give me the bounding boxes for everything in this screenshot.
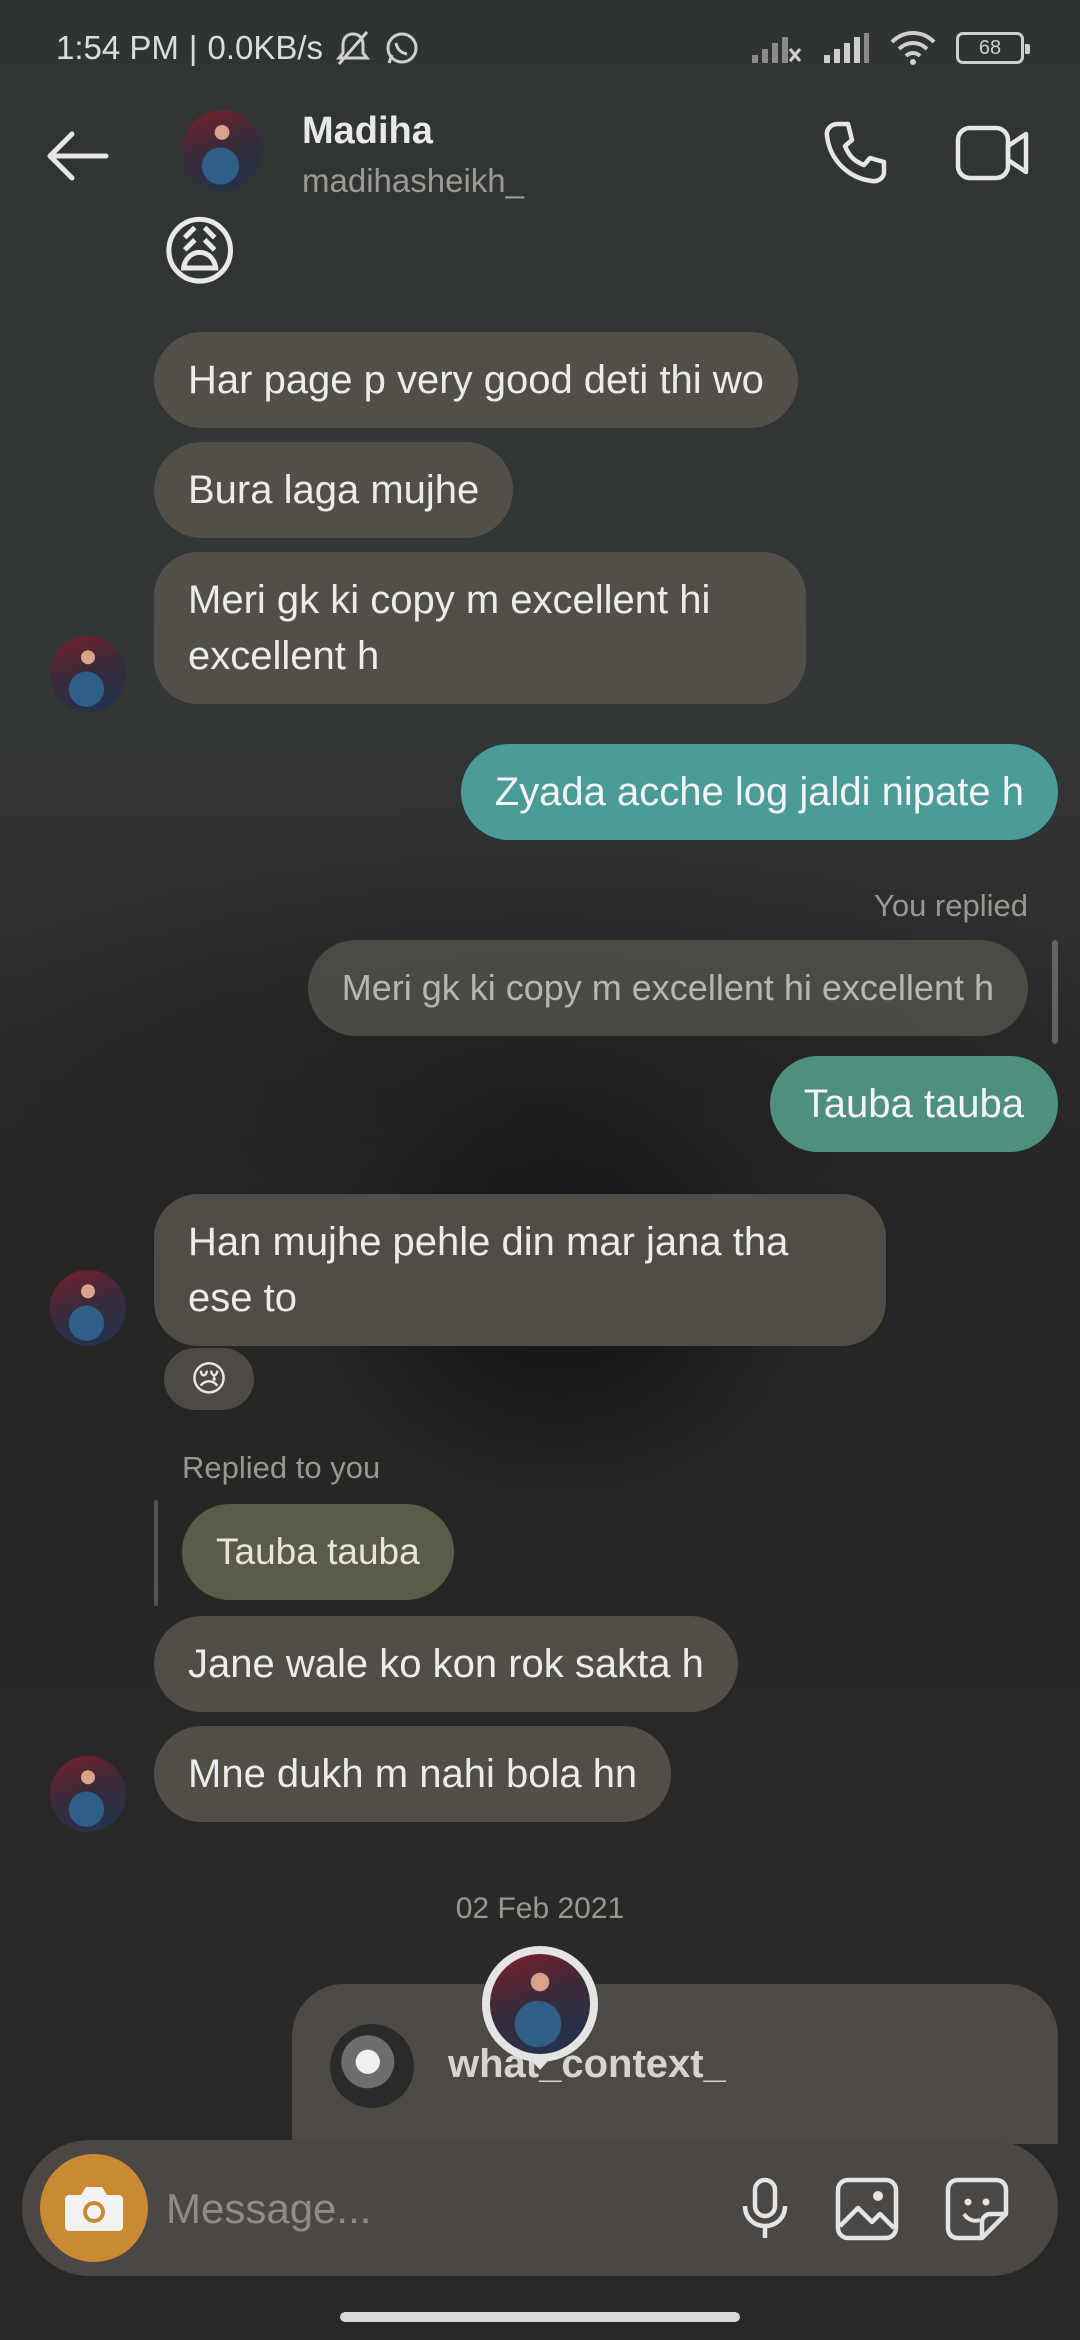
signal-icon [824,33,869,63]
message-input[interactable] [166,2174,706,2244]
emoji-message[interactable]: 😩 [160,210,239,296]
date-separator: 02 Feb 2021 [455,1892,625,1925]
gallery-icon[interactable] [832,2174,902,2244]
home-indicator[interactable] [340,2312,740,2322]
sender-avatar[interactable] [50,1756,126,1832]
shared-post-user-avatar [330,2024,414,2108]
contact-username[interactable]: madihasheikh_ [302,162,524,200]
status-separator: | [188,29,198,66]
video-call-icon[interactable] [954,120,1030,186]
seen-avatar [482,1946,598,2062]
scrollbar[interactable] [1052,940,1058,1044]
received-message[interactable]: Meri gk ki copy m excellent hi excellent… [154,552,806,704]
phone-call-icon[interactable] [820,118,890,188]
crying-emoji-reaction: 😢 [190,1358,228,1399]
wifi-icon [890,31,936,65]
received-message[interactable]: Han mujhe pehle din mar jana tha ese to [154,1194,886,1346]
battery-level: 68 [978,36,1002,59]
status-bar: 1:54 PM | 0.0KB/s 68 [0,0,1080,96]
received-message[interactable]: Bura laga mujhe [154,442,514,538]
sent-message[interactable]: Zyada acche log jaldi nipate h [460,744,1058,840]
chat-header: Madiha madihasheikh_ [0,96,1080,216]
contact-name[interactable]: Madiha [302,110,433,153]
replied-message-reference[interactable]: Tauba tauba [182,1504,454,1600]
battery-indicator: 68 [956,32,1030,64]
back-arrow-icon[interactable] [42,126,112,186]
status-network-speed: 0.0KB/s [207,29,324,66]
whatsapp-icon [386,32,418,64]
signal-off-icon [752,37,802,63]
shared-post-card[interactable]: what_context_ [292,1984,1058,2144]
received-message[interactable]: Jane wale ko kon rok sakta h [154,1616,738,1712]
mute-bell-icon [335,31,371,65]
camera-icon [65,2187,123,2231]
replied-to-you-label: Replied to you [182,1450,381,1485]
quoted-message[interactable]: Meri gk ki copy m excellent hi excellent… [307,940,1028,1036]
reaction-badge[interactable]: 😢 [164,1348,254,1410]
sticker-icon[interactable] [942,2174,1012,2244]
reply-indicator-line [154,1500,158,1606]
received-message[interactable]: Har page p very good deti thi wo [154,332,798,428]
camera-button[interactable] [40,2154,148,2262]
message-composer [22,2140,1058,2276]
shared-post-username: what_context_ [448,2042,726,2086]
you-replied-label: You replied [874,888,1028,923]
sent-message[interactable]: Tauba tauba [769,1056,1058,1152]
seen-avatar-pointer [526,2054,554,2070]
status-time: 1:54 PM [56,29,179,66]
sender-avatar[interactable] [50,1270,126,1346]
contact-avatar[interactable] [182,110,262,190]
microphone-icon[interactable] [730,2174,800,2244]
received-message[interactable]: Mne dukh m nahi bola hn [154,1726,672,1822]
sender-avatar[interactable] [50,636,126,712]
